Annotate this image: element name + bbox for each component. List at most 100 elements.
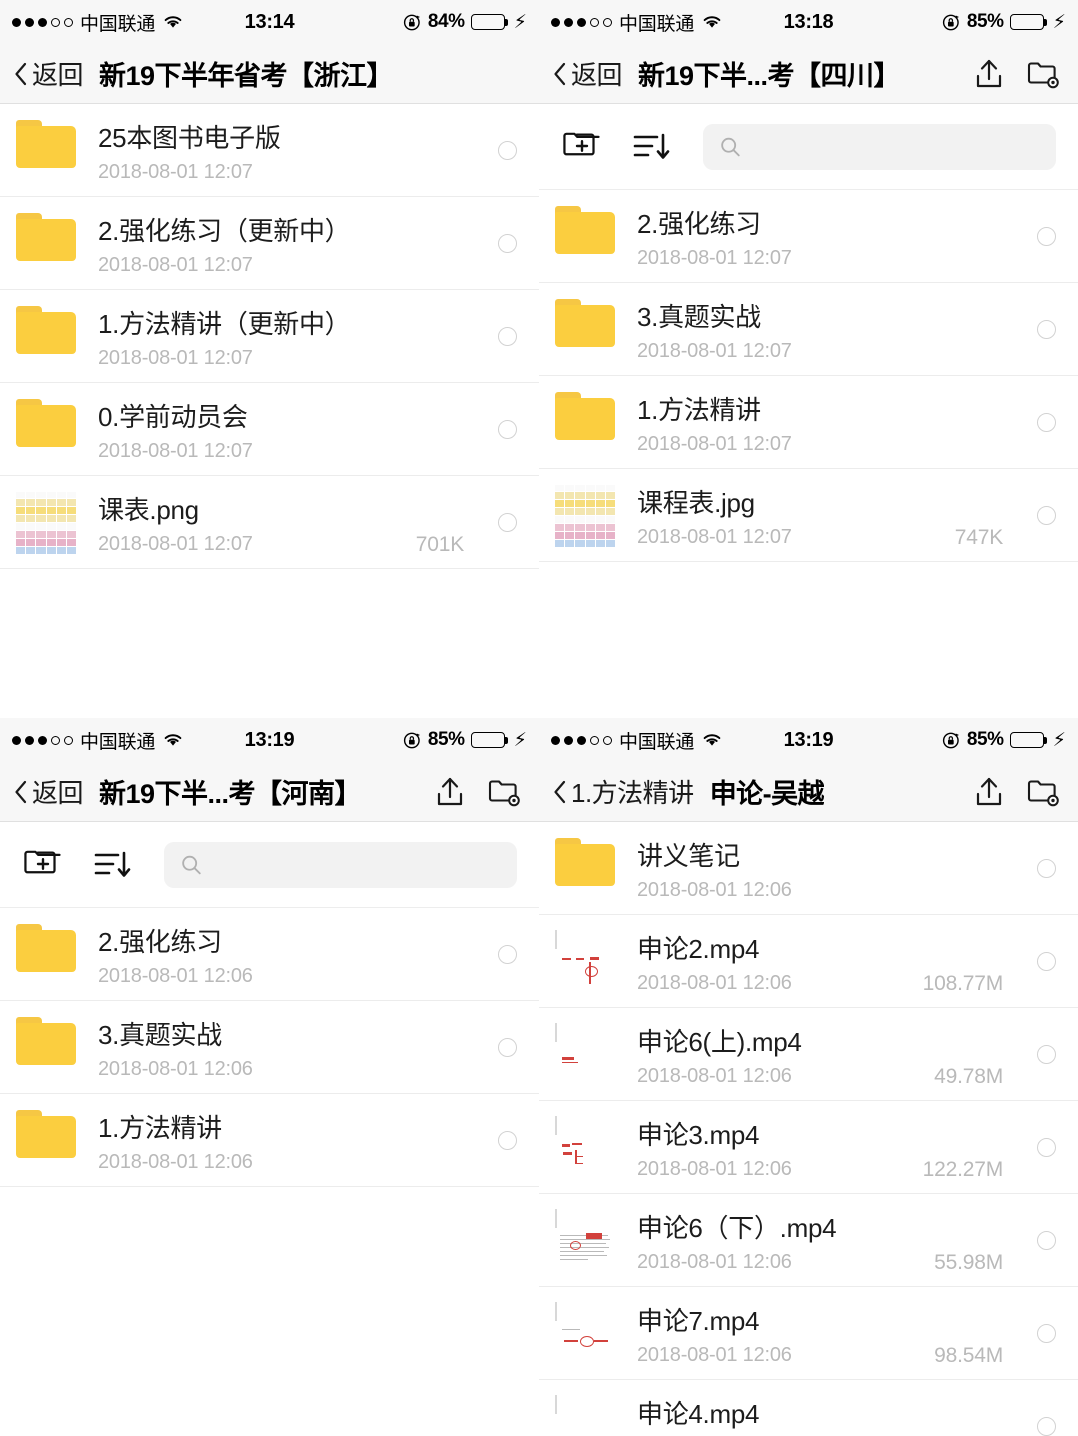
file-row[interactable]: 1.方法精讲（更新中） 2018-08-01 12:07	[0, 290, 539, 383]
file-row[interactable]: 1.方法精讲 2018-08-01 12:07	[539, 376, 1078, 469]
file-row[interactable]: 讲义笔记 2018-08-01 12:06	[539, 822, 1078, 915]
carrier-name: 中国联通	[80, 13, 156, 35]
select-checkbox[interactable]	[1037, 859, 1056, 878]
page-title: 申论-吴越	[709, 779, 825, 809]
file-row[interactable]: 0.学前动员会 2018-08-01 12:07	[0, 383, 539, 476]
file-row[interactable]: 课表.png 2018-08-01 12:07 701K	[0, 476, 539, 569]
file-date: 2018-08-01 12:07	[637, 432, 792, 455]
back-button[interactable]: 返回	[14, 55, 84, 92]
file-name: 2.强化练习（更新中）	[98, 215, 351, 246]
search-input[interactable]	[214, 851, 501, 878]
page-title: 新19下半...考【四川】	[638, 61, 901, 91]
file-row[interactable]: 申论4.mp4 2018-08-01 12:06	[539, 1380, 1078, 1436]
panel-henan: 中国联通 13:19 85% ⚡ 返回 新19下半...考【河南】 2.强化练习…	[0, 718, 539, 1436]
file-row[interactable]: 25本图书电子版 2018-08-01 12:07	[0, 104, 539, 197]
signal-dot	[25, 17, 34, 27]
select-checkbox[interactable]	[1037, 320, 1056, 339]
select-checkbox[interactable]	[1037, 952, 1056, 971]
signal-dot	[12, 17, 21, 27]
search-box[interactable]	[164, 841, 517, 888]
search-input[interactable]	[753, 133, 1040, 160]
back-button[interactable]: 返回	[14, 773, 84, 810]
back-button[interactable]: 1.方法精讲	[553, 773, 694, 810]
upload-icon	[976, 777, 1002, 805]
file-row[interactable]: 申论6(上).mp4 2018-08-01 12:06 49.78M	[539, 1008, 1078, 1101]
upload-button[interactable]	[972, 58, 1006, 90]
signal-dot	[564, 17, 573, 27]
file-row[interactable]: 申论6（下）.mp4 2018-08-01 12:06 55.98M	[539, 1194, 1078, 1287]
signal-dot	[603, 17, 612, 27]
signal-dot	[590, 17, 599, 27]
file-date: 2018-08-01 12:07	[98, 160, 253, 183]
sort-button[interactable]	[631, 129, 673, 165]
select-checkbox[interactable]	[498, 1131, 517, 1150]
file-name: 1.方法精讲	[98, 1112, 222, 1143]
file-list: 讲义笔记 2018-08-01 12:06 申论2.mp4 2018-08-01…	[539, 822, 1078, 1436]
select-checkbox[interactable]	[1037, 1045, 1056, 1064]
file-row[interactable]: 申论3.mp4 2018-08-01 12:06 122.27M	[539, 1101, 1078, 1194]
select-checkbox[interactable]	[1037, 1417, 1056, 1436]
file-row-main: 申论7.mp4 2018-08-01 12:06	[637, 1301, 924, 1367]
file-row[interactable]: 申论7.mp4 2018-08-01 12:06 98.54M	[539, 1287, 1078, 1380]
search-box[interactable]	[703, 123, 1056, 170]
file-size: 747K	[954, 526, 1003, 549]
file-row[interactable]: 课程表.jpg 2018-08-01 12:07 747K	[539, 469, 1078, 562]
file-row[interactable]: 1.方法精讲 2018-08-01 12:06	[0, 1094, 539, 1187]
folder-icon	[555, 205, 617, 268]
wifi-icon	[703, 734, 721, 746]
file-row-main: 申论6（下）.mp4 2018-08-01 12:06	[637, 1208, 924, 1274]
status-bar-right: 85% ⚡	[942, 729, 1066, 751]
file-date: 2018-08-01 12:07	[98, 532, 253, 555]
lightning-bolt-icon: ⚡	[1052, 729, 1066, 751]
back-button[interactable]: 返回	[553, 55, 623, 92]
video-thumbnail	[555, 1301, 617, 1365]
new-folder-button[interactable]	[22, 847, 66, 883]
select-checkbox[interactable]	[498, 1038, 517, 1057]
file-row[interactable]: 3.真题实战 2018-08-01 12:06	[0, 1001, 539, 1094]
select-checkbox[interactable]	[1037, 413, 1056, 432]
carrier-name: 中国联通	[619, 13, 695, 35]
signal-dot	[51, 17, 60, 27]
new-folder-button[interactable]	[561, 129, 605, 165]
select-checkbox[interactable]	[498, 141, 517, 160]
file-row[interactable]: 2.强化练习（更新中） 2018-08-01 12:07	[0, 197, 539, 290]
select-checkbox[interactable]	[498, 327, 517, 346]
select-checkbox[interactable]	[498, 513, 517, 532]
file-row-main: 课表.png 2018-08-01 12:07	[98, 490, 406, 556]
file-row[interactable]: 申论2.mp4 2018-08-01 12:06 108.77M	[539, 915, 1078, 1008]
upload-button[interactable]	[433, 776, 467, 808]
folder-settings-button[interactable]	[1026, 59, 1060, 89]
file-date: 2018-08-01 12:07	[637, 246, 792, 269]
upload-button[interactable]	[972, 776, 1006, 808]
file-row[interactable]: 2.强化练习 2018-08-01 12:06	[0, 908, 539, 1001]
sort-button[interactable]	[92, 847, 134, 883]
status-bar: 中国联通 13:18 85% ⚡	[539, 0, 1078, 44]
select-checkbox[interactable]	[1037, 506, 1056, 525]
file-row[interactable]: 2.强化练习 2018-08-01 12:07	[539, 190, 1078, 283]
carrier-name: 中国联通	[80, 731, 156, 753]
phone-screen: 中国联通 13:14 84% ⚡ 返回 新19下半年省考【浙江】 25本图书电子…	[0, 0, 539, 569]
select-checkbox[interactable]	[498, 420, 517, 439]
file-date: 2018-08-01 12:06	[637, 1343, 792, 1366]
file-row-main: 1.方法精讲 2018-08-01 12:06	[98, 1108, 454, 1174]
folder-icon	[16, 305, 78, 368]
folder-settings-button[interactable]	[1026, 777, 1060, 807]
panel-shenlun: 中国联通 13:19 85% ⚡ 1.方法精讲 申论-吴越 讲义笔记 2018-…	[539, 718, 1078, 1436]
folder-settings-button[interactable]	[487, 777, 521, 807]
file-row[interactable]: 3.真题实战 2018-08-01 12:07	[539, 283, 1078, 376]
status-bar-left: 中国联通	[551, 727, 723, 754]
signal-dot	[38, 735, 47, 745]
select-checkbox[interactable]	[1037, 1324, 1056, 1343]
schedule-image-thumbnail	[555, 484, 617, 547]
file-row-main: 2.强化练习 2018-08-01 12:07	[637, 204, 993, 270]
status-bar: 中国联通 13:19 85% ⚡	[0, 718, 539, 762]
select-checkbox[interactable]	[498, 234, 517, 253]
select-checkbox[interactable]	[1037, 227, 1056, 246]
file-row-main: 2.强化练习（更新中） 2018-08-01 12:07	[98, 211, 454, 277]
select-checkbox[interactable]	[1037, 1138, 1056, 1157]
file-size: 49.78M	[934, 1065, 1003, 1088]
file-size: 122.27M	[922, 1158, 1004, 1181]
chevron-left-icon	[15, 62, 27, 85]
select-checkbox[interactable]	[1037, 1231, 1056, 1250]
select-checkbox[interactable]	[498, 945, 517, 964]
